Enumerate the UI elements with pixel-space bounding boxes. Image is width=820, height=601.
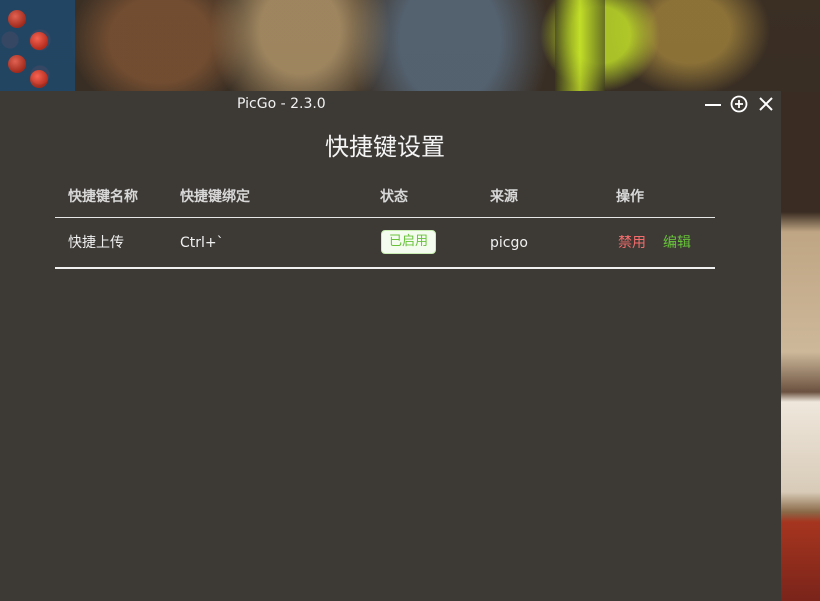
column-header-actions: 操作 xyxy=(616,189,644,205)
table-header: 快捷键名称 快捷键绑定 状态 来源 操作 xyxy=(55,181,715,218)
wallpaper-lego-detail xyxy=(0,0,75,92)
minimize-icon xyxy=(705,104,721,106)
shortcut-binding: Ctrl+` xyxy=(180,235,224,251)
table-row: 快捷上传 Ctrl+` 已启用 picgo 禁用 编辑 xyxy=(55,218,715,269)
close-button[interactable] xyxy=(757,95,775,113)
status-badge: 已启用 xyxy=(381,230,437,254)
titlebar[interactable]: PicGo - 2.3.0 xyxy=(0,91,781,117)
shortcut-source: picgo xyxy=(490,235,528,251)
close-icon xyxy=(759,97,773,111)
wallpaper-highlight xyxy=(555,0,605,92)
disable-button[interactable]: 禁用 xyxy=(618,234,646,252)
maximize-button[interactable] xyxy=(730,95,748,113)
window-title: PicGo - 2.3.0 xyxy=(237,96,326,112)
shortcut-name: 快捷上传 xyxy=(68,235,124,251)
column-header-binding: 快捷键绑定 xyxy=(180,189,250,205)
column-header-status: 状态 xyxy=(380,189,408,205)
edit-button[interactable]: 编辑 xyxy=(663,234,691,252)
zoom-plus-icon xyxy=(730,95,748,113)
page-title: 快捷键设置 xyxy=(325,133,445,161)
column-header-source: 来源 xyxy=(490,189,518,205)
minimize-button[interactable] xyxy=(704,95,722,113)
column-header-name: 快捷键名称 xyxy=(68,189,138,205)
picgo-window: PicGo - 2.3.0 快捷键设置 快捷键名称 快捷键绑定 状态 来源 操作… xyxy=(0,91,781,601)
shortcut-table: 快捷键名称 快捷键绑定 状态 来源 操作 快捷上传 Ctrl+` 已启用 pic… xyxy=(55,181,715,269)
wallpaper-right-edge xyxy=(781,92,820,601)
